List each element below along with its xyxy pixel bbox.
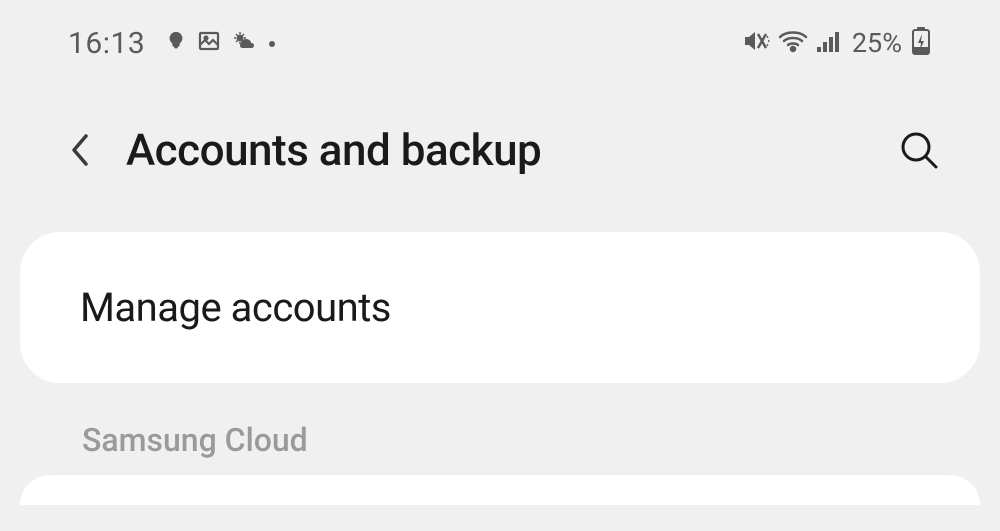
status-time: 16:13 bbox=[68, 26, 145, 61]
status-notification-icons bbox=[165, 29, 277, 57]
page-header: Accounts and backup bbox=[0, 72, 1000, 208]
status-left: 16:13 bbox=[68, 26, 277, 61]
wifi-icon bbox=[778, 29, 808, 57]
samsung-cloud-card bbox=[20, 475, 980, 505]
mute-vibrate-icon bbox=[742, 28, 770, 58]
status-right: 25% bbox=[742, 26, 932, 60]
status-bar: 16:13 bbox=[0, 0, 1000, 72]
battery-percentage: 25% bbox=[852, 27, 902, 59]
signal-icon bbox=[816, 29, 842, 57]
back-button[interactable] bbox=[62, 124, 98, 176]
battery-charging-icon bbox=[910, 26, 932, 60]
image-icon bbox=[197, 29, 221, 57]
lightbulb-icon bbox=[165, 30, 187, 56]
section-samsung-cloud: Samsung Cloud bbox=[82, 421, 1000, 459]
page-title: Accounts and backup bbox=[126, 124, 866, 176]
search-button[interactable] bbox=[894, 125, 944, 175]
manage-accounts-item[interactable]: Manage accounts bbox=[80, 284, 920, 331]
weather-icon bbox=[231, 30, 257, 56]
dot-icon bbox=[267, 34, 277, 53]
accounts-card: Manage accounts bbox=[20, 232, 980, 383]
